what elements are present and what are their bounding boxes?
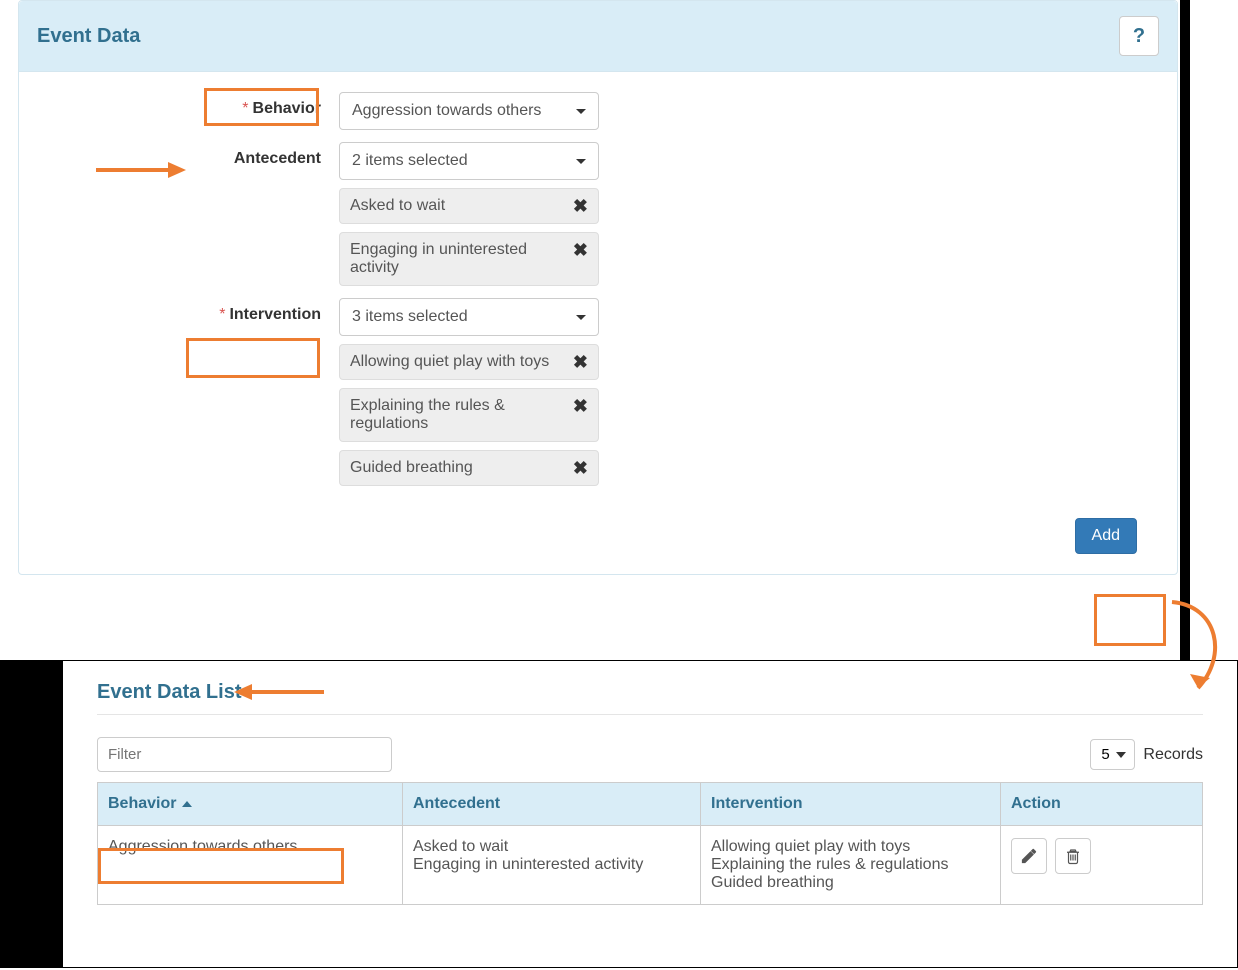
filter-input[interactable] — [97, 737, 392, 772]
caret-icon — [576, 315, 586, 320]
records-select[interactable]: 5 — [1090, 739, 1135, 770]
behavior-dropdown[interactable]: Aggression towards others — [339, 92, 599, 130]
event-data-list-title: Event Data List — [97, 681, 1203, 715]
antecedent-summary: 2 items selected — [352, 152, 468, 170]
help-icon: ? — [1133, 25, 1145, 48]
behavior-control-col: Aggression towards others — [339, 92, 599, 130]
event-data-table: Behavior Antecedent Intervention Action … — [97, 782, 1203, 905]
records-label: Records — [1143, 746, 1203, 764]
event-data-body: * Behavior Aggression towards others Ante… — [19, 72, 1177, 574]
behavior-label: Behavior — [253, 100, 321, 117]
antecedent-row: Antecedent 2 items selected Asked to wai… — [59, 142, 1137, 286]
col-action: Action — [1001, 783, 1203, 826]
remove-icon[interactable]: ✖ — [573, 241, 588, 259]
right-black-strip — [1180, 0, 1190, 660]
add-button-wrap: Add — [59, 498, 1137, 554]
table-toolbar: 5 Records — [97, 737, 1203, 772]
cell-behavior: Aggression towards others — [98, 826, 403, 905]
remove-icon[interactable]: ✖ — [573, 353, 588, 371]
chip-text: Allowing quiet play with toys — [350, 353, 573, 371]
intervention-summary: 3 items selected — [352, 308, 468, 326]
caret-icon — [576, 109, 586, 114]
remove-icon[interactable]: ✖ — [573, 397, 588, 415]
required-star: * — [219, 306, 225, 323]
col-intervention[interactable]: Intervention — [701, 783, 1001, 826]
event-data-panel: Event Data ? * Behavior Aggression toward… — [18, 0, 1178, 575]
table-row: Aggression towards others Asked to wait … — [98, 826, 1203, 905]
caret-icon — [576, 159, 586, 164]
records-wrap: 5 Records — [1090, 739, 1203, 770]
antecedent-dropdown[interactable]: 2 items selected — [339, 142, 599, 180]
behavior-label-col: * Behavior — [59, 92, 339, 118]
intervention-control-col: 3 items selected Allowing quiet play wit… — [339, 298, 599, 486]
intervention-chip-2: Guided breathing ✖ — [339, 450, 599, 486]
pencil-icon — [1020, 847, 1038, 865]
intervention-chip-1: Explaining the rules & regulations ✖ — [339, 388, 599, 442]
table-header-row: Behavior Antecedent Intervention Action — [98, 783, 1203, 826]
antecedent-chip-1: Engaging in uninterested activity ✖ — [339, 232, 599, 286]
annotation-add-highlight — [1094, 594, 1166, 646]
cell-action — [1001, 826, 1203, 905]
chip-text: Explaining the rules & regulations — [350, 397, 573, 433]
intervention-chip-0: Allowing quiet play with toys ✖ — [339, 344, 599, 380]
sort-asc-icon — [182, 801, 192, 807]
antecedent-control-col: 2 items selected Asked to wait ✖ Engagin… — [339, 142, 599, 286]
event-data-list-panel: Event Data List 5 Records Behavior Antec… — [62, 660, 1238, 968]
behavior-row: * Behavior Aggression towards others — [59, 92, 1137, 130]
remove-icon[interactable]: ✖ — [573, 459, 588, 477]
intervention-label: Intervention — [229, 306, 321, 323]
required-star: * — [242, 100, 248, 117]
col-behavior[interactable]: Behavior — [98, 783, 403, 826]
help-button[interactable]: ? — [1119, 16, 1159, 56]
intervention-label-col: *Intervention — [59, 298, 339, 324]
cell-antecedent: Asked to wait Engaging in uninterested a… — [403, 826, 701, 905]
edit-button[interactable] — [1011, 838, 1047, 874]
remove-icon[interactable]: ✖ — [573, 197, 588, 215]
antecedent-label-col: Antecedent — [59, 142, 339, 168]
antecedent-chip-0: Asked to wait ✖ — [339, 188, 599, 224]
trash-icon — [1064, 847, 1082, 865]
event-data-title: Event Data — [37, 25, 140, 48]
intervention-dropdown[interactable]: 3 items selected — [339, 298, 599, 336]
col-antecedent[interactable]: Antecedent — [403, 783, 701, 826]
behavior-value: Aggression towards others — [352, 102, 541, 120]
event-data-header: Event Data ? — [19, 1, 1177, 72]
cell-intervention: Allowing quiet play with toys Explaining… — [701, 826, 1001, 905]
delete-button[interactable] — [1055, 838, 1091, 874]
left-black-strip — [0, 660, 62, 968]
chip-text: Asked to wait — [350, 197, 573, 215]
antecedent-label: Antecedent — [234, 150, 321, 167]
chip-text: Engaging in uninterested activity — [350, 241, 573, 277]
add-button[interactable]: Add — [1075, 518, 1137, 554]
intervention-row: *Intervention 3 items selected Allowing … — [59, 298, 1137, 486]
chip-text: Guided breathing — [350, 459, 573, 477]
